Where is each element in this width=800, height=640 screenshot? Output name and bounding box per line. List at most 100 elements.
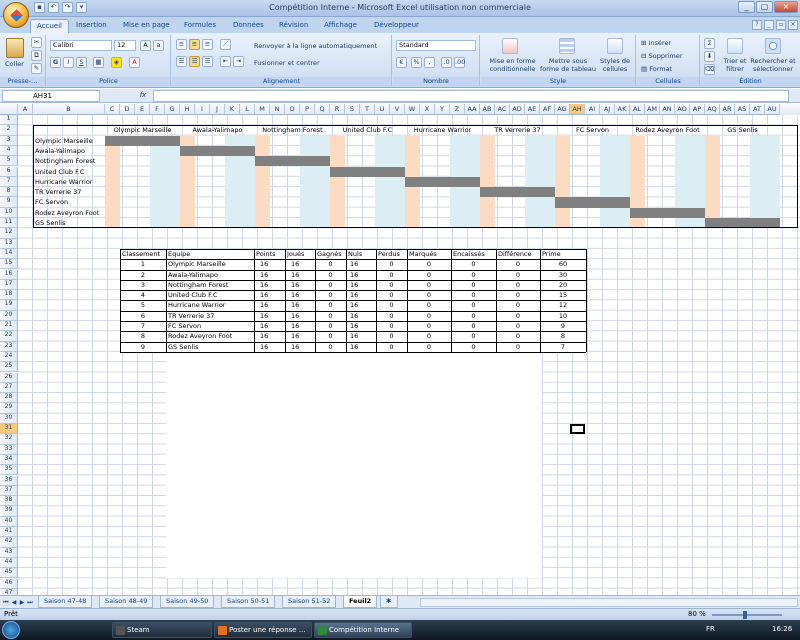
italic-icon[interactable]: I — [63, 57, 74, 68]
new-sheet-icon[interactable]: ✱ — [380, 596, 398, 608]
zoom-slider-thumb[interactable] — [743, 611, 747, 619]
find-icon[interactable] — [765, 38, 781, 54]
matrix-row-team: FC Servon — [35, 198, 69, 207]
fx-icon[interactable]: fx — [136, 90, 150, 102]
taskbar-item-steam[interactable]: Steam — [112, 622, 212, 638]
minimize-button[interactable]: _ — [738, 1, 755, 13]
fill-icon[interactable]: ⬇ — [704, 51, 715, 62]
clear-icon[interactable]: ⌫ — [704, 64, 715, 75]
sheet-tab[interactable]: Saison 50-51 — [221, 596, 276, 608]
next-sheet-icon[interactable]: ▶ — [18, 598, 26, 607]
ready-status: Prêt — [4, 610, 18, 618]
underline-icon[interactable]: S — [76, 57, 87, 68]
standings-header: Gagnés — [317, 249, 342, 258]
standings-header: Classement — [122, 249, 161, 258]
format-painter-icon[interactable]: ✎ — [31, 63, 42, 74]
sheet-tab-active[interactable]: Feuil2 — [343, 596, 378, 608]
sheet-tab[interactable]: Saison 48-49 — [99, 596, 154, 608]
copy-icon[interactable]: ⧉ — [31, 50, 42, 61]
borders-icon[interactable]: ▦ — [93, 57, 104, 68]
align-right-icon[interactable]: ☰ — [202, 56, 213, 67]
tab-affichage[interactable]: Affichage — [318, 19, 363, 33]
orientation-icon[interactable]: ⟋ — [220, 39, 231, 50]
standings-team: GS Senlis — [168, 342, 199, 351]
conditional-format-button[interactable]: Mise en forme conditionnelle — [485, 57, 540, 73]
name-box[interactable]: AH31 — [2, 90, 100, 102]
start-button[interactable] — [2, 621, 20, 639]
cut-icon[interactable]: ✂ — [31, 37, 42, 48]
format-button[interactable]: ▤ Format — [641, 65, 672, 73]
selected-cell[interactable] — [570, 424, 585, 435]
tab-revision[interactable]: Révision — [273, 19, 314, 33]
tab-donnees[interactable]: Données — [227, 19, 270, 33]
standings-cell: 7 — [560, 342, 566, 351]
taskbar-item-excel[interactable]: Compétition Interne — [314, 622, 412, 638]
currency-icon[interactable]: € — [396, 57, 407, 68]
font-name-select[interactable]: Calibri — [50, 40, 112, 51]
office-button[interactable] — [3, 2, 29, 28]
fill-color-icon[interactable]: ◈ — [111, 57, 122, 68]
grow-font-icon[interactable]: A — [140, 40, 151, 51]
sort-filter-icon[interactable] — [727, 38, 743, 54]
ribbon-close-icon[interactable]: × — [788, 20, 798, 30]
paste-button[interactable]: Coller — [5, 60, 24, 68]
tab-accueil[interactable]: Accueil — [30, 19, 69, 33]
ribbon-restore-icon[interactable]: ▫ — [776, 20, 786, 30]
formula-input[interactable] — [153, 90, 789, 102]
font-size-select[interactable]: 12 — [114, 40, 136, 51]
increase-decimal-icon[interactable]: .0 — [441, 57, 452, 68]
sheet-tab[interactable]: Saison 47-48 — [38, 596, 93, 608]
align-middle-icon[interactable]: ≡ — [189, 39, 200, 50]
standings-cell: 16 — [350, 332, 359, 341]
standings-cell: 0 — [471, 332, 476, 341]
maximize-button[interactable]: ▢ — [756, 1, 773, 13]
table-format-icon[interactable] — [559, 38, 575, 54]
number-format-select[interactable]: Standard — [396, 40, 476, 51]
autosum-icon[interactable]: Σ — [704, 38, 715, 49]
paste-icon[interactable] — [6, 38, 24, 58]
wrap-text-button[interactable]: Renvoyer à la ligne automatiquement — [254, 42, 377, 50]
close-button[interactable]: × — [774, 1, 798, 13]
thousands-icon[interactable]: , — [424, 57, 435, 68]
delete-button[interactable]: ⊟ Supprimer — [641, 52, 683, 60]
tab-mise-en-page[interactable]: Mise en page — [117, 19, 176, 33]
cell-styles-button[interactable]: Styles de cellules — [597, 57, 633, 73]
prev-sheet-icon[interactable]: ◀ — [10, 598, 18, 607]
zoom-level[interactable]: 80 % — [688, 610, 706, 618]
standings-cell: 0 — [426, 280, 432, 289]
align-top-icon[interactable]: ≡ — [176, 39, 187, 50]
table-format-button[interactable]: Mettre sous forme de tableau — [539, 57, 597, 73]
last-sheet-icon[interactable]: ⏭ — [26, 598, 34, 607]
taskbar-item-browser[interactable]: Poster une réponse ... — [214, 622, 312, 638]
help-icon[interactable]: ? — [752, 20, 762, 30]
sort-filter-button[interactable]: Trier et filtrer — [718, 57, 752, 73]
font-color-icon[interactable]: A — [129, 57, 140, 68]
decrease-decimal-icon[interactable]: .00 — [454, 57, 465, 68]
first-sheet-icon[interactable]: ⏮ — [2, 598, 10, 607]
percent-icon[interactable]: % — [411, 57, 422, 68]
ribbon-minimize-icon[interactable]: _ — [764, 20, 774, 30]
tab-formules[interactable]: Formules — [178, 19, 222, 33]
standings-rule — [120, 248, 121, 352]
zoom-slider[interactable] — [712, 614, 782, 616]
sheet-tab[interactable]: Saison 51-52 — [282, 596, 337, 608]
tab-insertion[interactable]: Insertion — [70, 19, 113, 33]
insert-button[interactable]: ⊞ Insérer — [641, 39, 671, 47]
decrease-indent-icon[interactable]: ⇤ — [220, 56, 231, 67]
matrix-row-team: Awala-Yalimapo — [35, 146, 85, 155]
sheet-tab[interactable]: Saison 49-50 — [160, 596, 215, 608]
cell-styles-icon[interactable] — [607, 38, 623, 54]
merge-center-button[interactable]: Fusionner et centrer — [254, 59, 320, 67]
bold-icon[interactable]: G — [50, 57, 61, 68]
shrink-font-icon[interactable]: a — [153, 40, 164, 51]
find-select-button[interactable]: Rechercher et sélectionner — [748, 57, 798, 73]
matrix-row-team: United Club F.C — [35, 167, 85, 176]
align-left-icon[interactable]: ☰ — [176, 56, 187, 67]
conditional-format-icon[interactable] — [502, 38, 518, 54]
horizontal-scrollbar[interactable] — [420, 598, 798, 607]
align-bottom-icon[interactable]: ≡ — [202, 39, 213, 50]
language-indicator[interactable]: FR — [706, 625, 715, 633]
increase-indent-icon[interactable]: ⇥ — [233, 56, 244, 67]
align-center-icon[interactable]: ☰ — [189, 56, 200, 67]
tab-developpeur[interactable]: Développeur — [368, 19, 425, 33]
